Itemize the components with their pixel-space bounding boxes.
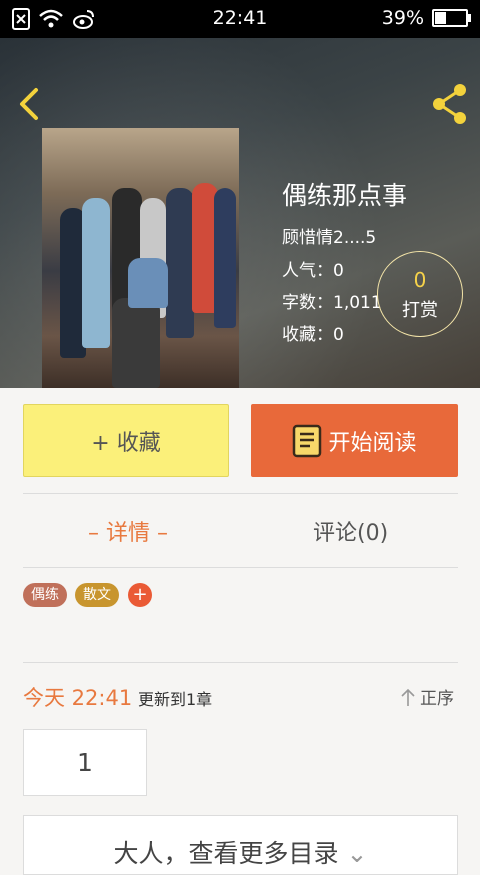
divider	[23, 567, 458, 568]
author-name: 顾惜情2....5	[282, 228, 377, 248]
view-more-catalog-button[interactable]: 大人，查看更多目录 ⌄	[23, 815, 458, 875]
tab-comments[interactable]: 评论(0)	[313, 515, 388, 547]
page-number-button[interactable]: 1	[23, 729, 147, 796]
divider	[23, 493, 458, 494]
book-title: 偶练那点事	[282, 181, 408, 210]
update-status: 更新到1章	[138, 690, 213, 709]
sort-toggle[interactable]: 正序	[400, 684, 454, 709]
start-reading-label: 开始阅读	[328, 430, 417, 456]
book-icon	[293, 424, 322, 457]
add-tag-button[interactable]: +	[128, 583, 152, 607]
tag-chip[interactable]: 散文	[75, 583, 119, 607]
tab-detail[interactable]: – 详情 –	[88, 515, 168, 547]
tag-chip[interactable]: 偶练	[23, 583, 67, 607]
book-cover-image	[42, 128, 239, 388]
word-count-stat: 字数：1,011	[282, 293, 382, 313]
sort-label: 正序	[420, 689, 454, 709]
tip-label: 打赏	[402, 300, 438, 321]
popularity-stat: 人气：0	[282, 261, 344, 281]
add-favorite-label: + 收藏	[91, 430, 161, 456]
tip-count: 0	[413, 268, 427, 292]
battery-percent: 39%	[381, 7, 424, 29]
battery-icon	[432, 9, 471, 27]
start-reading-button[interactable]: 开始阅读	[251, 404, 458, 477]
favorites-stat: 收藏：0	[282, 325, 344, 345]
share-icon[interactable]	[430, 82, 470, 126]
arrow-up-icon	[401, 688, 415, 706]
divider	[23, 662, 458, 663]
status-bar: 22:41 39%	[0, 0, 480, 38]
add-favorite-button[interactable]: + 收藏	[23, 404, 229, 477]
back-arrow-icon[interactable]	[14, 84, 44, 124]
update-time: 今天 22:41	[23, 686, 133, 710]
book-header: 偶练那点事 顾惜情2....5 人气：0 字数：1,011 收藏：0 0 打赏	[0, 38, 480, 388]
tip-button[interactable]: 0 打赏	[377, 251, 463, 337]
